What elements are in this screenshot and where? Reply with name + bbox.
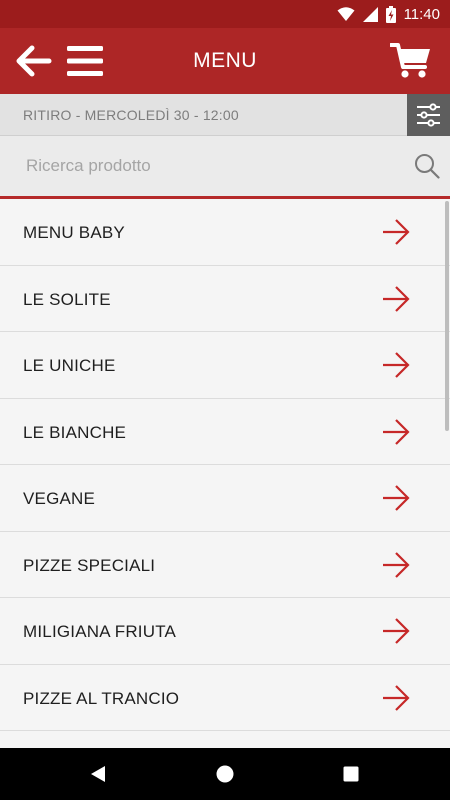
cart-icon[interactable] [390,42,432,80]
status-icons: 11:40 [337,4,440,24]
scrollbar[interactable] [445,201,449,431]
sliders-icon [417,103,440,127]
status-time: 11:40 [403,5,440,23]
menu-item-label: MENU BABY [23,223,125,242]
navigation-bar [0,748,450,800]
menu-item-label: PIZZE AL TRANCIO [23,688,180,708]
arrow-right-icon [383,285,410,312]
search-bar [0,136,450,199]
arrow-right-icon [383,219,410,245]
recents-square-icon[interactable] [340,763,362,785]
menu-item-miligiana-friuta[interactable]: MILIGIANA FRIUTA [0,598,450,665]
arrow-right-icon [383,418,410,445]
menu-item-label: LE SOLITE [23,289,111,309]
menu-item-label: PIZZE SPECIALI [23,555,156,575]
menu-item-le-bianche[interactable]: LE BIANCHE [0,398,450,465]
menu-item-pizze-speciali[interactable]: PIZZE SPECIALI [0,531,450,598]
arrow-right-icon [383,618,410,644]
page-title: MENU [193,49,257,72]
pickup-datetime: RITIRO - MERCOLEDÌ 30 - 12:00 [23,107,239,123]
pickup-bar: RITIRO - MERCOLEDÌ 30 - 12:00 [0,94,450,136]
menu-item-pizze-al-trancio[interactable]: PIZZE AL TRANCIO [0,664,450,731]
search-input[interactable] [0,136,400,196]
home-circle-icon[interactable] [214,763,236,785]
menu-item-le-solite[interactable]: LE SOLITE [0,265,450,332]
menu-item-partial[interactable] [0,731,450,748]
menu-item-label: MILIGIANA FRIUTA [23,622,177,641]
cellular-signal-icon [362,6,378,22]
arrow-right-icon [383,551,410,578]
menu-item-le-uniche[interactable]: LE UNICHE [0,332,450,399]
menu-list: MENU BABY LE SOLITE LE UNICHE LE BIANCHE… [0,199,450,748]
battery-charging-icon [385,5,396,23]
menu-item-label: VEGANE [23,489,96,508]
search-icon[interactable] [414,153,440,179]
menu-item-label: LE UNICHE [23,356,116,375]
arrow-right-icon [383,684,410,711]
arrow-right-icon [383,352,410,378]
back-triangle-icon[interactable] [87,763,109,785]
filter-button[interactable] [407,94,450,136]
menu-item-vegane[interactable]: VEGANE [0,465,450,532]
status-bar: 11:40 [0,0,450,28]
wifi-icon [337,6,355,21]
menu-item-label: LE BIANCHE [23,422,127,442]
app-bar: MENU [0,28,450,94]
arrow-right-icon [383,485,410,511]
menu-item-menu-baby[interactable]: MENU BABY [0,199,450,266]
